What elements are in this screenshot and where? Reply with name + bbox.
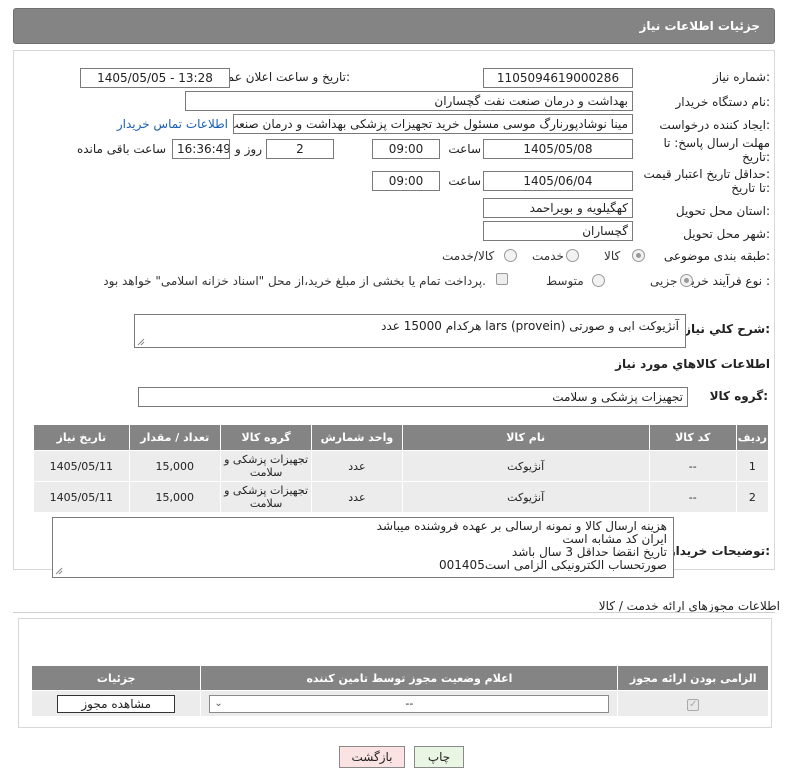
permit-status-cell: -- ⌄: [200, 690, 619, 717]
permit-required-checkbox[interactable]: ✓: [687, 698, 700, 711]
reply-deadline-label: مهلت ارسال پاسخ: تا: [663, 136, 770, 150]
goods-table-header: ردیف کد کالا نام کالا واحد شمارش گروه کا…: [33, 424, 770, 451]
cell-row: 1: [735, 450, 770, 482]
permits-table-header: الزامی بودن ارائه مجوز اعلام وضعیت مجوز …: [30, 665, 769, 691]
cell-code: --: [648, 481, 737, 513]
description-label: شرح کلي نياز:: [684, 322, 770, 336]
process-type-label: نوع فرآیند خرید :: [685, 274, 770, 288]
category-option-both: کالا/خدمت: [442, 249, 495, 263]
price-validity-label: حداقل تاریخ اعتبار قیمت:: [643, 167, 770, 181]
process-option-medium: متوسط: [546, 274, 584, 288]
treasury-payment-note: پرداخت تمام یا بخشی از مبلغ خرید،از محل …: [103, 274, 486, 288]
cell-date: 1405/05/11: [33, 481, 130, 513]
category-option-goods: کالا: [604, 249, 621, 263]
reply-deadline-label-2: تاریخ:: [742, 150, 770, 164]
cell-code: --: [648, 450, 737, 482]
permit-status-value: --: [405, 696, 414, 710]
col-permit-required: الزامی بودن ارائه مجوز: [617, 665, 769, 691]
table-row: 1 -- آنژیوکت عدد تجهیزات پزشکی و سلامت 1…: [33, 450, 770, 482]
divider: [13, 612, 775, 613]
col-permit-details: جزئیات: [30, 665, 202, 691]
col-unit: واحد شمارش: [311, 424, 403, 451]
days-label: روز و: [235, 142, 262, 156]
cell-name: آنژیوکت: [401, 450, 650, 482]
province-field: کهگیلویه و بویراحمد: [483, 198, 633, 218]
col-code: کد کالا: [648, 424, 737, 451]
requester-field: مینا نوشادپورنارگ موسی مسئول خرید تجهیزا…: [233, 114, 633, 134]
city-field: گچساران: [483, 221, 633, 241]
cell-qty: 15,000: [128, 481, 221, 513]
price-validity-date: 1405/06/04: [483, 171, 633, 191]
table-row: ✓ -- ⌄ مشاهده مجوز: [30, 690, 769, 717]
cell-qty: 15,000: [128, 450, 221, 482]
buyer-notes-field: هزینه ارسال کالا و نمونه ارسالی بر عهده …: [52, 517, 674, 578]
cell-name: آنژیوکت: [401, 481, 650, 513]
buyer-contact-link[interactable]: اطلاعات تماس خریدار: [117, 117, 228, 131]
remaining-time: 16:36:49: [172, 139, 230, 159]
province-label: استان محل تحویل:: [675, 204, 770, 218]
buyer-org-label: نام دستگاه خریدار:: [675, 95, 771, 109]
goods-section-title: اطلاعات کالاهاي مورد نياز: [615, 357, 770, 371]
view-permit-button[interactable]: مشاهده مجوز: [57, 694, 176, 713]
permit-required-cell: ✓: [617, 690, 769, 717]
permits-table: الزامی بودن ارائه مجوز اعلام وضعیت مجوز …: [30, 665, 769, 717]
remaining-days: 2: [266, 139, 334, 159]
col-name: نام کالا: [401, 424, 650, 451]
cell-group: تجهیزات پزشکی و سلامت: [219, 481, 313, 513]
process-radio-minor[interactable]: [680, 274, 693, 287]
requester-label: ایجاد کننده درخواست:: [659, 118, 770, 132]
back-button[interactable]: بازگشت: [339, 746, 405, 768]
cell-unit: عدد: [311, 450, 403, 482]
buyer-org-field: بهداشت و درمان صنعت نفت گچساران: [185, 91, 633, 111]
page-title: جزئیات اطلاعات نیاز: [639, 19, 760, 33]
category-option-service: خدمت: [532, 249, 564, 263]
process-radio-medium[interactable]: [592, 274, 605, 287]
col-row: ردیف: [735, 424, 770, 451]
permit-status-select[interactable]: -- ⌄: [209, 694, 610, 713]
city-label: شهر محل تحویل:: [683, 227, 770, 241]
resize-grip-icon[interactable]: [137, 338, 145, 346]
announce-datetime-field: 1405/05/05 - 13:28: [80, 68, 230, 88]
price-validity-time: 09:00: [372, 171, 440, 191]
goods-group-field: تجهیزات پزشکی و سلامت: [138, 387, 688, 407]
cell-row: 2: [735, 481, 770, 513]
page-header: جزئیات اطلاعات نیاز: [13, 8, 775, 44]
cell-group: تجهیزات پزشکی و سلامت: [219, 450, 313, 482]
cell-date: 1405/05/11: [33, 450, 130, 482]
need-number-label: شماره نیاز:: [712, 70, 770, 84]
price-validity-label-2: تا تاریخ:: [731, 181, 770, 195]
category-radio-goods[interactable]: [632, 249, 645, 262]
permits-title: اطلاعات مجوزهای ارائه خدمت / کالا: [598, 599, 780, 613]
col-date: تاریخ نیاز: [33, 424, 130, 451]
treasury-payment-checkbox[interactable]: [496, 273, 508, 285]
need-number-field: 1105094619000286: [483, 68, 633, 88]
col-permit-status: اعلام وضعیت مجوز توسط تامین کننده: [200, 665, 619, 691]
description-field: آنژیوکت ابی و صورتی (provein) lars هرکدا…: [134, 314, 686, 348]
table-row: 2 -- آنژیوکت عدد تجهیزات پزشکی و سلامت 1…: [33, 481, 770, 513]
process-option-minor: جزیی: [650, 274, 678, 288]
price-time-label: ساعت: [448, 174, 481, 188]
remaining-time-label: ساعت باقی مانده: [76, 142, 166, 156]
cell-unit: عدد: [311, 481, 403, 513]
print-button[interactable]: چاپ: [414, 746, 464, 768]
category-label: طبقه بندی موضوعی:: [663, 249, 770, 263]
reply-deadline-time: 09:00: [372, 139, 440, 159]
category-radio-service[interactable]: [566, 249, 579, 262]
buyer-note-line: صورتحساب الکترونیکی الزامی است001405: [439, 558, 667, 572]
col-qty: تعداد / مقدار: [128, 424, 221, 451]
permit-details-cell: مشاهده مجوز: [30, 690, 202, 717]
goods-table: ردیف کد کالا نام کالا واحد شمارش گروه کا…: [33, 424, 770, 513]
goods-group-label: گروه کالا:: [709, 389, 768, 403]
col-group: گروه کالا: [219, 424, 313, 451]
resize-grip-icon[interactable]: [55, 567, 63, 575]
buyer-notes-label: توضیحات خریدار:: [668, 544, 770, 558]
category-radio-both[interactable]: [504, 249, 517, 262]
reply-time-label: ساعت: [448, 142, 481, 156]
chevron-down-icon: ⌄: [214, 697, 223, 709]
reply-deadline-date: 1405/05/08: [483, 139, 633, 159]
